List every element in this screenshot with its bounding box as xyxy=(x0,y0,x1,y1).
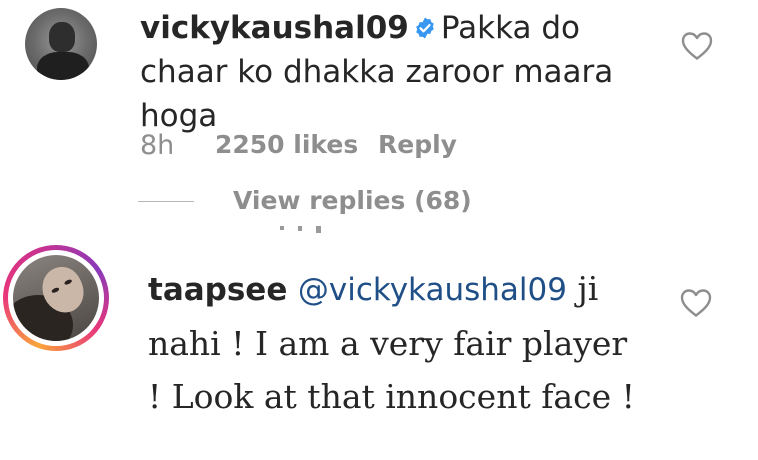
replies-divider xyxy=(138,201,194,202)
comment-username[interactable]: taapsee xyxy=(148,272,287,308)
loading-indicator-icon xyxy=(280,226,321,233)
avatar-silhouette-body xyxy=(37,52,89,80)
avatar-eye xyxy=(50,286,60,294)
avatar-taapsee[interactable] xyxy=(13,255,99,341)
verified-badge-icon xyxy=(416,17,434,39)
reply-button[interactable]: Reply xyxy=(378,130,457,159)
avatar-vickykaushal09[interactable] xyxy=(25,8,97,80)
comment-timestamp: 8h xyxy=(140,130,175,161)
heart-outline-icon[interactable] xyxy=(681,31,713,61)
mention-link[interactable]: @vickykaushal09 xyxy=(298,272,567,308)
heart-outline-icon[interactable] xyxy=(680,288,712,318)
comment-text: taapsee @vickykaushal09 ji nahi ! I am a… xyxy=(148,262,648,423)
comment-username[interactable]: vickykaushal09 xyxy=(140,10,409,46)
comment-likes[interactable]: 2250 likes xyxy=(215,130,358,159)
avatar-eye xyxy=(63,278,73,286)
avatar-silhouette-face xyxy=(49,22,75,52)
comment-text: vickykaushal09 Pakka do chaar ko dhakka z… xyxy=(140,6,660,138)
view-replies-button[interactable]: View replies (68) xyxy=(233,186,472,215)
